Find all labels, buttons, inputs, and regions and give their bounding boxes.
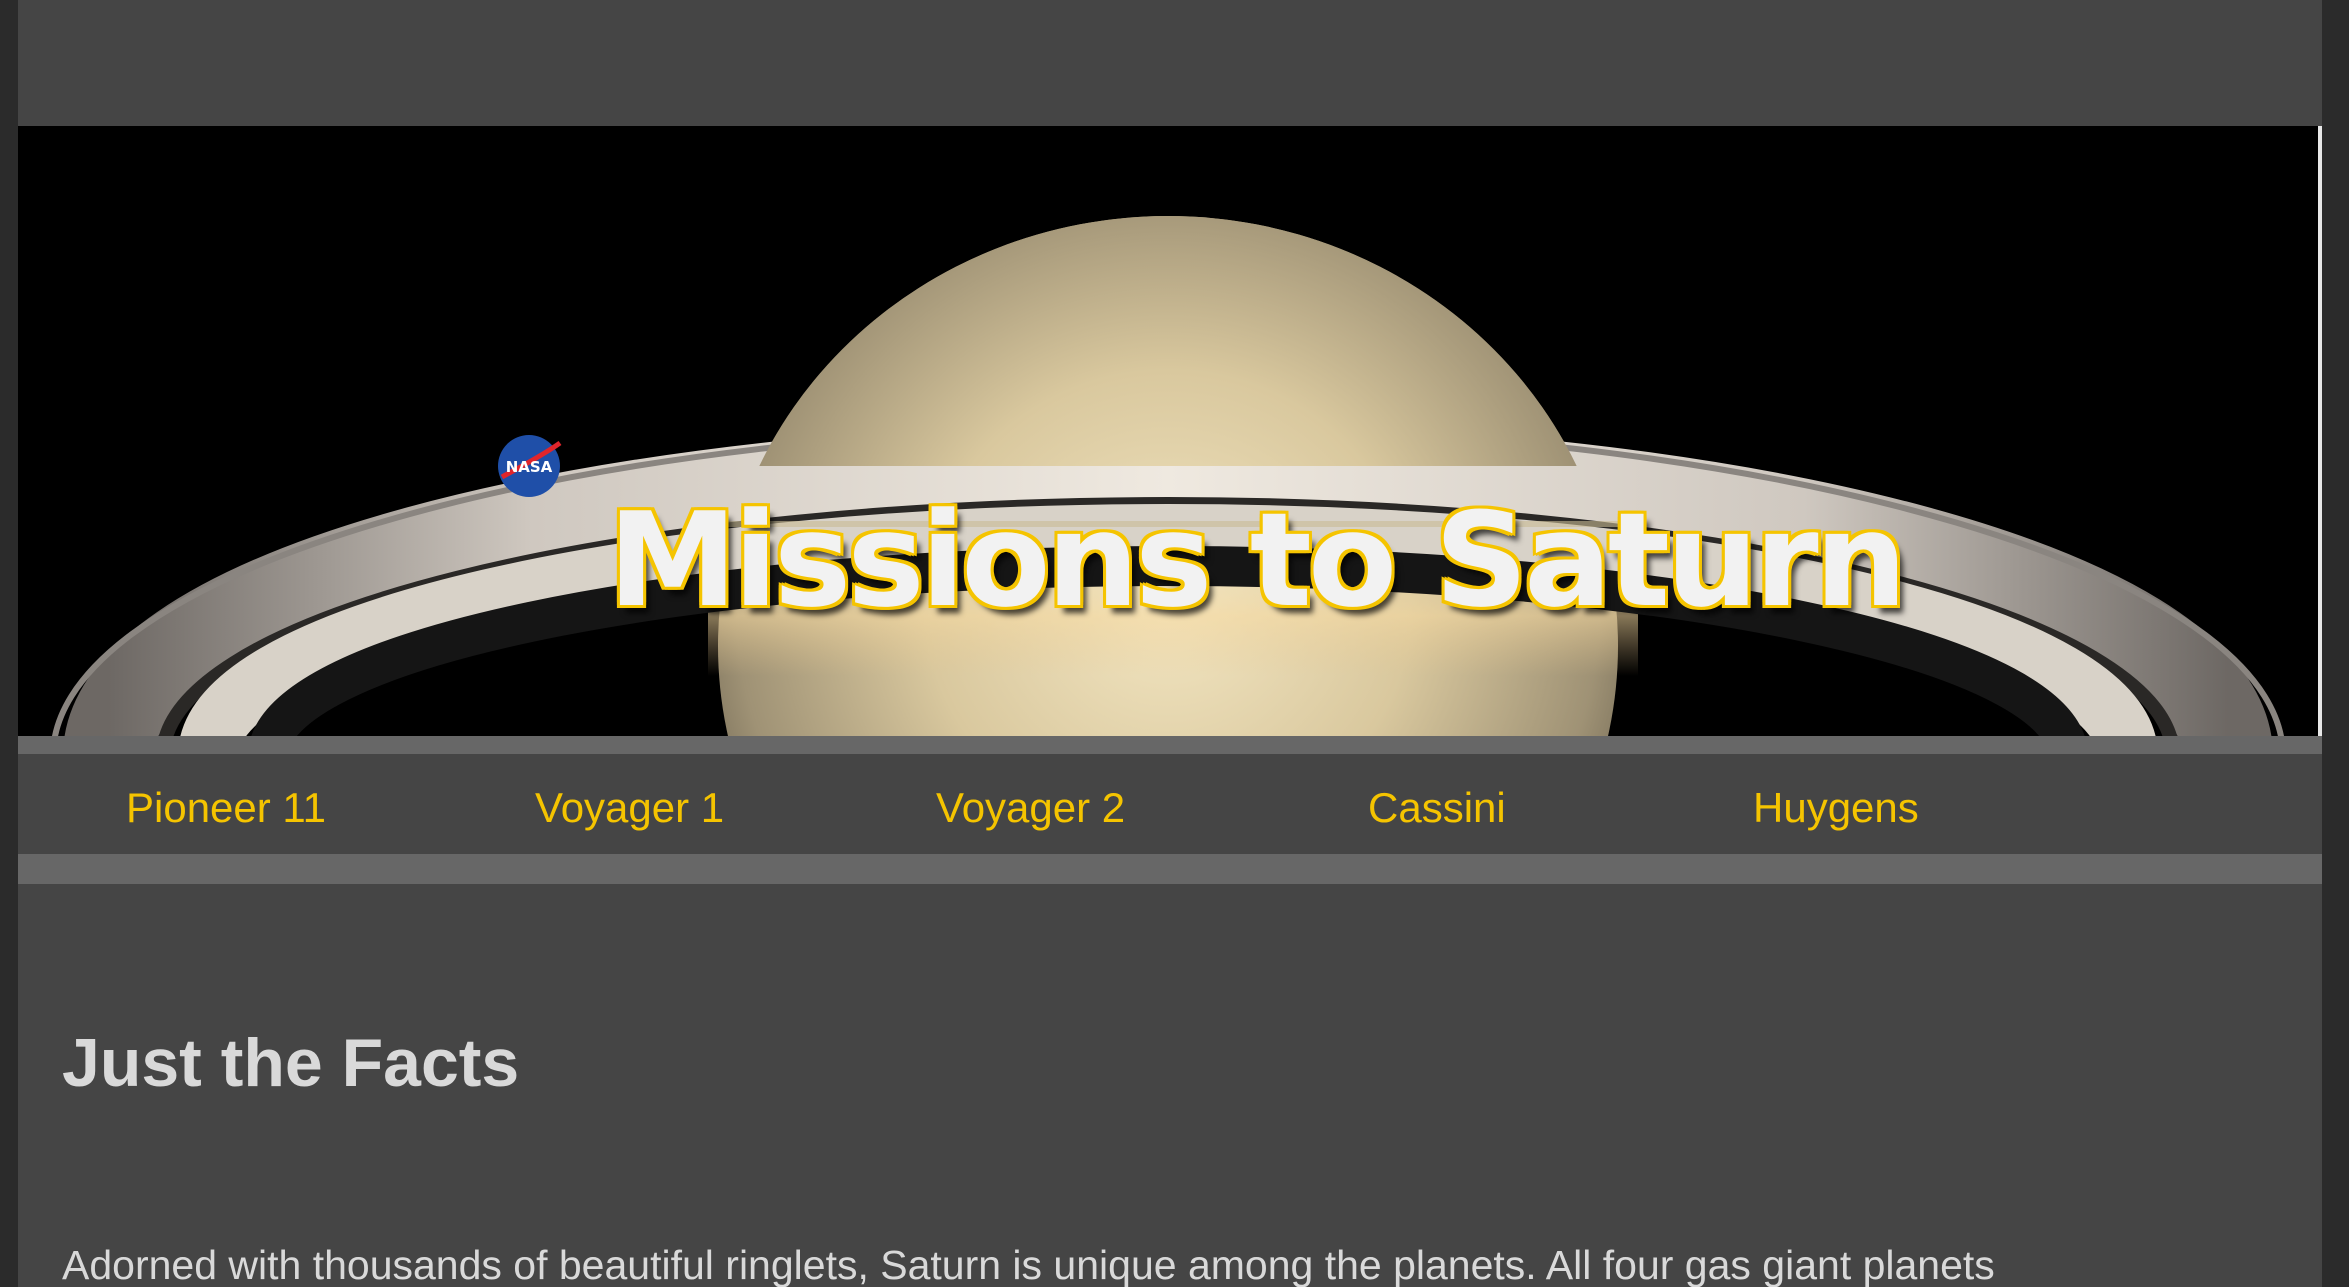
nav-link-huygens[interactable]: Huygens [1753,784,1919,832]
intro-paragraph: Adorned with thousands of beautiful ring… [62,1242,1995,1287]
nav-top-divider [18,736,2322,754]
nav-link-cassini[interactable]: Cassini [1368,784,1506,832]
nasa-logo-icon: NASA [498,435,562,497]
site-title: Missions to Saturn [608,484,1907,636]
title-row: NASA Missions to Saturn [18,255,2322,625]
section-heading: Just the Facts [62,1025,520,1101]
nav-link-pioneer-11[interactable]: Pioneer 11 [126,784,326,832]
nav-link-voyager-1[interactable]: Voyager 1 [535,784,724,832]
nav-link-voyager-2[interactable]: Voyager 2 [936,784,1125,832]
right-margin [2322,0,2349,1287]
saturn-banner [18,126,2322,736]
top-bar [18,0,2322,126]
page: NASA Missions to Saturn Pioneer 11 Voyag… [18,0,2322,1287]
nav-bottom-divider [18,854,2322,884]
main-content: Just the Facts Adorned with thousands of… [18,884,2322,1287]
saturn-image [52,216,2284,736]
main-nav: Pioneer 11 Voyager 1 Voyager 2 Cassini H… [18,754,2322,854]
svg-text:NASA: NASA [506,458,553,476]
left-margin [0,0,18,1287]
